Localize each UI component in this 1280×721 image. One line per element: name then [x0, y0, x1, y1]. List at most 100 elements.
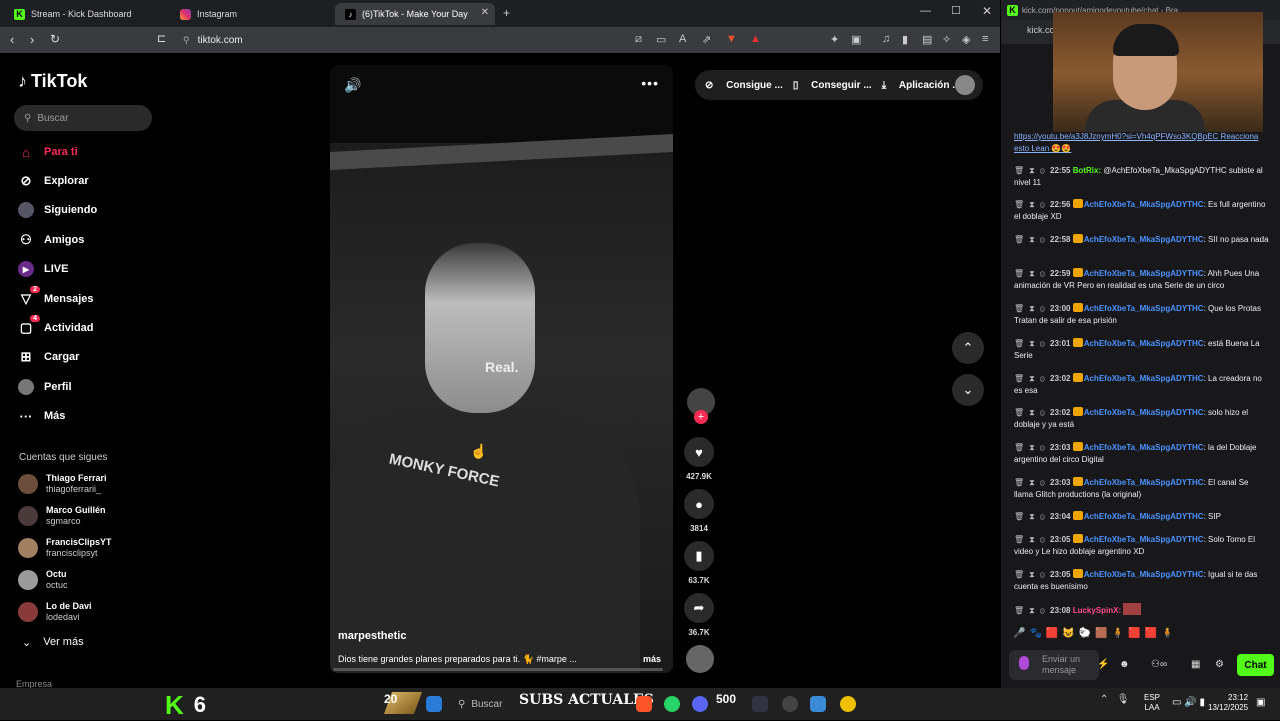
- send-chat-button[interactable]: Chat: [1237, 654, 1274, 676]
- mod-tools-icon[interactable]: 🗑⧗⊝: [1014, 269, 1050, 278]
- previous-video-button[interactable]: ⌃: [952, 332, 984, 364]
- emote-row[interactable]: 🎤🐾🟥😺🐑🟫🧍🟥🟥🧍: [1013, 628, 1178, 639]
- nav-actividad[interactable]: ▢ 4 Actividad: [18, 315, 94, 336]
- nav-para-ti[interactable]: ⌂ Para ti: [18, 144, 78, 160]
- system-tray[interactable]: ⌃ 🎙: [1100, 694, 1129, 705]
- search-input[interactable]: ⚲ Buscar: [14, 105, 152, 131]
- app-icon[interactable]: [782, 696, 798, 712]
- ai-icon[interactable]: ✧: [942, 33, 951, 46]
- music-icon[interactable]: ♫: [882, 33, 890, 45]
- account-item[interactable]: FrancisClipsYT francisclipsyt: [18, 537, 112, 559]
- nav-siguiendo[interactable]: Siguiendo: [18, 202, 97, 218]
- network-icon[interactable]: ▭ 🔊 ▮: [1172, 697, 1205, 708]
- mod-tools-icon[interactable]: 🗑⧗⊝: [1014, 374, 1050, 383]
- minimize-icon[interactable]: —: [920, 5, 931, 17]
- mod-tools-icon[interactable]: 🗑⧗⊝: [1014, 304, 1050, 313]
- new-tab-icon[interactable]: +: [503, 6, 510, 20]
- url-field[interactable]: ⚲ tiktok.com: [175, 30, 635, 50]
- mod-tools-icon[interactable]: 🗑⧗⊝: [1014, 606, 1050, 615]
- users-icon[interactable]: ⚇∞: [1151, 659, 1167, 670]
- nav-cargar[interactable]: ⊞ Cargar: [18, 349, 80, 365]
- mod-tools-icon[interactable]: 🗑⧗⊝: [1014, 535, 1050, 544]
- share-icon[interactable]: ⇗: [702, 33, 711, 46]
- download-app-button[interactable]: ⤓ Aplicación ...: [872, 80, 961, 91]
- mod-tools-icon[interactable]: 🗑⧗⊝: [1014, 166, 1050, 175]
- brave-taskbar-icon[interactable]: [636, 696, 652, 712]
- get-coins-button[interactable]: ⊘ Consigue ...: [695, 80, 783, 91]
- account-item[interactable]: Thiago Ferrari thiagoferrarii_: [18, 473, 107, 495]
- mod-tools-icon[interactable]: 🗑⧗⊝: [1014, 200, 1050, 209]
- nav-explorar[interactable]: ⊘ Explorar: [18, 173, 89, 189]
- discord-icon[interactable]: [692, 696, 708, 712]
- nav-amigos[interactable]: ⚇ Amigos: [18, 232, 84, 248]
- maximize-icon[interactable]: ☐: [951, 4, 961, 17]
- chat-input[interactable]: Enviar un mensaje: [1009, 650, 1099, 680]
- tab-instagram[interactable]: Instagram: [170, 3, 335, 25]
- close-tab-icon[interactable]: ✕: [481, 7, 489, 18]
- mod-tools-icon[interactable]: 🗑⧗⊝: [1014, 235, 1050, 244]
- reload-icon[interactable]: ↻: [50, 32, 60, 46]
- share-button[interactable]: ➦ 36.7K: [684, 593, 714, 637]
- extensions-icon[interactable]: ✦: [830, 33, 839, 46]
- comment-button[interactable]: ● 3814: [684, 489, 714, 533]
- account-item[interactable]: Lo de Davi lodedavi: [18, 601, 92, 623]
- media-icon[interactable]: ⧄: [635, 33, 642, 46]
- nav-live[interactable]: ▶ LIVE: [18, 261, 68, 277]
- description-more-button[interactable]: más: [643, 654, 661, 664]
- notepad-icon[interactable]: [810, 696, 826, 712]
- music-disc-icon[interactable]: [686, 645, 714, 673]
- tab-tiktok[interactable]: ♪ (6)TikTok - Make Your Day ✕: [335, 3, 495, 25]
- get-app-button[interactable]: ▯ Conseguir ...: [783, 80, 872, 91]
- language-indicator[interactable]: ESP LAA: [1144, 693, 1160, 713]
- brave-shield-icon[interactable]: ▼: [726, 33, 737, 45]
- weather-widget[interactable]: 20: [384, 692, 397, 706]
- see-more-button[interactable]: ⌄ Ver más: [22, 636, 84, 649]
- site-info-icon[interactable]: ⚲: [183, 35, 190, 46]
- close-window-icon[interactable]: ✕: [982, 4, 992, 18]
- bookmark-icon[interactable]: ⊏: [157, 32, 166, 45]
- whatsapp-icon[interactable]: [664, 696, 680, 712]
- like-button[interactable]: ♥ 427.9K: [684, 437, 714, 481]
- mod-tools-icon[interactable]: 🗑⧗⊝: [1014, 339, 1050, 348]
- translate-icon[interactable]: A: [679, 33, 686, 45]
- rewards-icon[interactable]: ▲: [750, 33, 761, 45]
- nav-mas[interactable]: ··· Más: [18, 408, 66, 424]
- notification-icon[interactable]: ▣: [1256, 697, 1265, 708]
- follow-plus-icon[interactable]: +: [694, 410, 708, 424]
- account-item[interactable]: Marco Guillén sgmarco: [18, 505, 106, 527]
- sidebar-icon[interactable]: ▣: [851, 33, 861, 46]
- clock[interactable]: 23:12 13/12/2025: [1208, 693, 1248, 713]
- nav-perfil[interactable]: Perfil: [18, 379, 72, 395]
- nav-mensajes[interactable]: ▽ 2 Mensajes: [18, 286, 94, 307]
- account-item[interactable]: Octu octuc: [18, 569, 68, 591]
- wallet-icon[interactable]: ▤: [922, 33, 932, 46]
- volume-icon[interactable]: 🔊: [344, 77, 361, 94]
- more-options-icon[interactable]: •••: [641, 75, 659, 91]
- mod-tools-icon[interactable]: 🗑⧗⊝: [1014, 512, 1050, 521]
- next-video-button[interactable]: ⌄: [952, 374, 984, 406]
- video-progress-bar[interactable]: [333, 668, 663, 671]
- menu-icon[interactable]: ≡: [982, 33, 988, 45]
- mod-tools-icon[interactable]: 🗑⧗⊝: [1014, 478, 1050, 487]
- emoji-icon[interactable]: ☻: [1119, 659, 1130, 670]
- user-avatar[interactable]: [955, 75, 975, 95]
- panel-icon[interactable]: ▮: [902, 33, 908, 46]
- mod-tools-icon[interactable]: 🗑⧗⊝: [1014, 443, 1050, 452]
- vpn-icon[interactable]: ◈: [962, 33, 970, 46]
- app-yellow-icon[interactable]: [840, 696, 856, 712]
- video-player[interactable]: MONKY FORCE 🔊 ••• Real. marpesthetic Dio…: [330, 65, 673, 673]
- cast-icon[interactable]: ▭: [656, 33, 666, 46]
- tiktok-logo[interactable]: ♪ TikTok: [18, 71, 87, 92]
- commands-icon[interactable]: ⚡: [1097, 659, 1109, 670]
- mod-tools-icon[interactable]: 🗑⧗⊝: [1014, 570, 1050, 579]
- mic-icon[interactable]: [1019, 656, 1029, 670]
- mod-tools-icon[interactable]: 🗑⧗⊝: [1014, 408, 1050, 417]
- save-button[interactable]: ▮ 63.7K: [684, 541, 714, 585]
- tab-kick-dashboard[interactable]: K Stream - Kick Dashboard: [4, 3, 169, 25]
- forward-icon[interactable]: ›: [30, 32, 34, 47]
- gift-icon[interactable]: ▦: [1191, 659, 1200, 670]
- windows-start-icon[interactable]: [426, 696, 442, 712]
- settings-icon[interactable]: ⚙: [1215, 659, 1224, 670]
- back-icon[interactable]: ‹: [10, 32, 14, 47]
- video-username[interactable]: marpesthetic: [338, 630, 406, 642]
